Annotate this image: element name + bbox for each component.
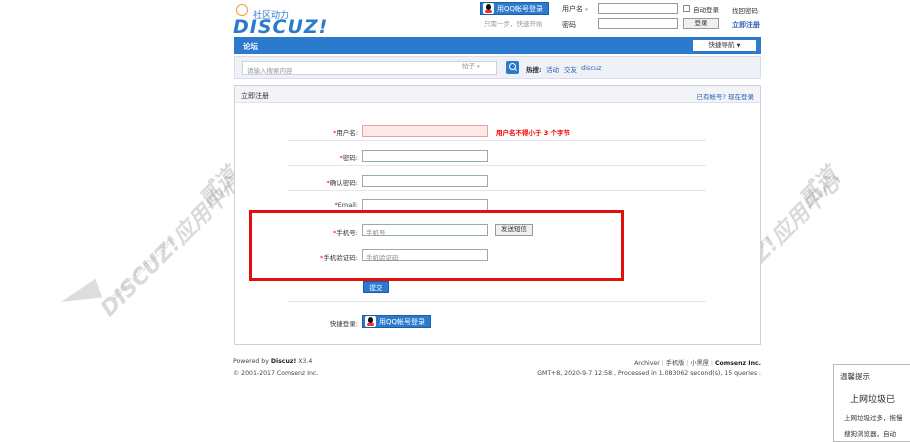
header-login-button[interactable]: 登录	[683, 18, 719, 29]
panel-header: 立即注册 已有帐号? 现在登录	[235, 86, 760, 103]
footer-links: Archiver | 手机版 | 小黑屋 | Comsenz Inc.	[634, 360, 761, 367]
row-divider	[288, 301, 706, 302]
hot-search-item[interactable]: discuz	[581, 64, 601, 72]
site-logo[interactable]: 社区动力 DISCUZ!	[233, 4, 327, 38]
quick-nav-label: 快捷导航	[708, 41, 735, 49]
header-password-label: 密码	[562, 21, 576, 29]
logo-bubble-icon	[236, 4, 248, 16]
has-account-login-link[interactable]: 已有帐号? 现在登录	[696, 91, 754, 101]
footer-powered-link[interactable]: Discuz!	[271, 358, 296, 365]
footer-powered: Powered by Discuz! X3.4	[233, 358, 313, 365]
confirm-password-label: *确认密码:	[326, 179, 358, 187]
row-divider	[288, 165, 706, 166]
highlight-box	[249, 210, 624, 281]
row-divider	[288, 140, 706, 141]
panel-title: 立即注册	[241, 92, 269, 100]
quick-nav-dropdown[interactable]: 快捷导航 ▼	[693, 40, 756, 51]
header-username-input[interactable]	[598, 3, 678, 14]
tip-headline: 上网垃圾已	[850, 395, 896, 405]
logo-wordmark: DISCUZ!	[233, 16, 329, 38]
hot-search-item[interactable]: 活动	[546, 64, 559, 74]
email-field-label: *Email:	[334, 201, 358, 209]
quick-login-qq-button[interactable]: 用QQ帐号登录	[362, 315, 432, 328]
qq-icon	[365, 316, 376, 327]
header-username-label: 用户名 ▾	[562, 5, 588, 13]
footer-archiver-link[interactable]: Archiver	[634, 360, 660, 367]
password-field[interactable]	[362, 150, 488, 162]
tip-line: 搜狗浏览器，自动	[844, 430, 896, 438]
main-nav: 论坛 快捷导航 ▼	[234, 37, 761, 54]
nav-forum-tab[interactable]: 论坛	[243, 41, 258, 52]
hot-search-label: 热搜:	[526, 66, 542, 74]
row-divider	[288, 190, 706, 191]
search-placeholder: 请输入搜索内容	[247, 67, 293, 75]
username-field-label: *用户名:	[333, 129, 358, 137]
footer-status: GMT+8, 2020-9-7 12:58 , Processed in 1.0…	[537, 370, 761, 377]
quick-login-qq-label: 用QQ帐号登录	[379, 318, 426, 326]
footer-copyright: © 2001-2017 Comsenz Inc.	[233, 370, 319, 377]
hot-search-item[interactable]: 交友	[564, 64, 577, 74]
qq-login-label: 用QQ帐号登录	[497, 5, 544, 13]
qq-icon	[483, 3, 494, 14]
submit-button[interactable]: 提交	[363, 281, 389, 293]
footer-mobile-link[interactable]: 手机版	[666, 360, 685, 367]
footer-company-link[interactable]: Comsenz Inc.	[715, 360, 761, 367]
confirm-password-field[interactable]	[362, 175, 488, 187]
header-password-input[interactable]	[598, 18, 678, 29]
chevron-down-icon: ▼	[736, 43, 741, 49]
qq-hint: 只需一步，快速开始	[484, 20, 543, 28]
username-error: 用户名不得小于 3 个字节	[496, 129, 571, 137]
qq-login-button[interactable]: 用QQ帐号登录	[480, 2, 550, 15]
recover-password-link[interactable]: 找回密码	[732, 5, 758, 15]
auto-login-checkbox[interactable]	[683, 5, 690, 12]
auto-login-label: 自动登录	[693, 6, 719, 14]
search-bar: 请输入搜索内容 帖子 ▾ 热搜: 活动 交友 discuz	[234, 56, 761, 79]
tip-popup[interactable]: 温馨提示 上网垃圾已 上网垃圾过多，拖慢 搜狗浏览器，自动	[833, 364, 910, 442]
quick-login-label: 快捷登录:	[329, 320, 358, 328]
footer-blackroom-link[interactable]: 小黑屋	[690, 360, 709, 367]
password-field-label: *密码:	[339, 154, 358, 162]
tip-title: 温馨提示	[840, 372, 870, 381]
search-icon[interactable]	[506, 61, 519, 74]
register-link[interactable]: 立即注册	[732, 20, 760, 30]
username-field[interactable]	[362, 125, 488, 137]
search-type-select[interactable]: 帖子 ▾	[462, 60, 480, 70]
search-input[interactable]: 请输入搜索内容	[242, 61, 497, 75]
tip-line: 上网垃圾过多，拖慢	[844, 414, 903, 422]
